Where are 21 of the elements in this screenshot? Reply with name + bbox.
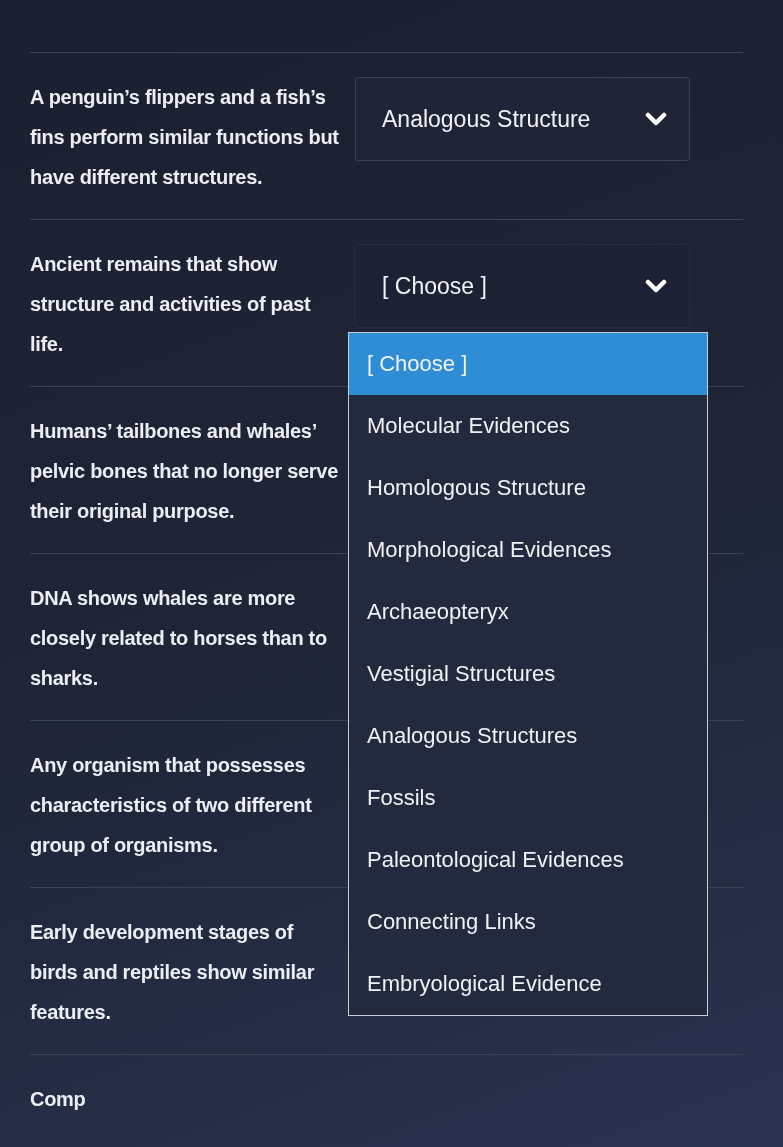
chevron-down-icon	[645, 112, 667, 126]
dropdown-option[interactable]: Homologous Structure	[349, 457, 707, 519]
answer-dropdown[interactable]: Analogous Structure	[355, 77, 690, 161]
chevron-down-icon	[645, 279, 667, 293]
question-text: A penguin’s flippers and a fish’s fins perform similar functions but have different structures.	[30, 85, 340, 190]
question-text: Any organism that possesses characteristics of two different group of organisms.	[30, 753, 313, 858]
question-text: DNA shows whales are more closely related to horses than to sharks.	[30, 586, 328, 691]
question-text: Early development stages of birds and reptiles show similar features.	[30, 920, 316, 1025]
question-text: Comp	[30, 1087, 87, 1112]
dropdown-option[interactable]: Analogous Structures	[349, 705, 707, 767]
dropdown-option[interactable]: Embryological Evidence	[349, 953, 707, 1015]
dropdown-option[interactable]: Molecular Evidences	[349, 395, 707, 457]
dropdown-option[interactable]: Archaeopteryx	[349, 581, 707, 643]
dropdown-option[interactable]: Connecting Links	[349, 891, 707, 953]
dropdown-option[interactable]: Fossils	[349, 767, 707, 829]
answer-dropdown[interactable]: [ Choose ]	[355, 244, 690, 328]
dropdown-option[interactable]: Morphological Evidences	[349, 519, 707, 581]
dropdown-option[interactable]: Vestigial Structures	[349, 643, 707, 705]
dropdown-option[interactable]: Paleontological Evidences	[349, 829, 707, 891]
question-text: Ancient remains that show structure and activities of past life.	[30, 252, 312, 357]
question-text: Humans’ tailbones and whales’ pelvic bones that no longer serve their original purpose.	[30, 419, 339, 524]
